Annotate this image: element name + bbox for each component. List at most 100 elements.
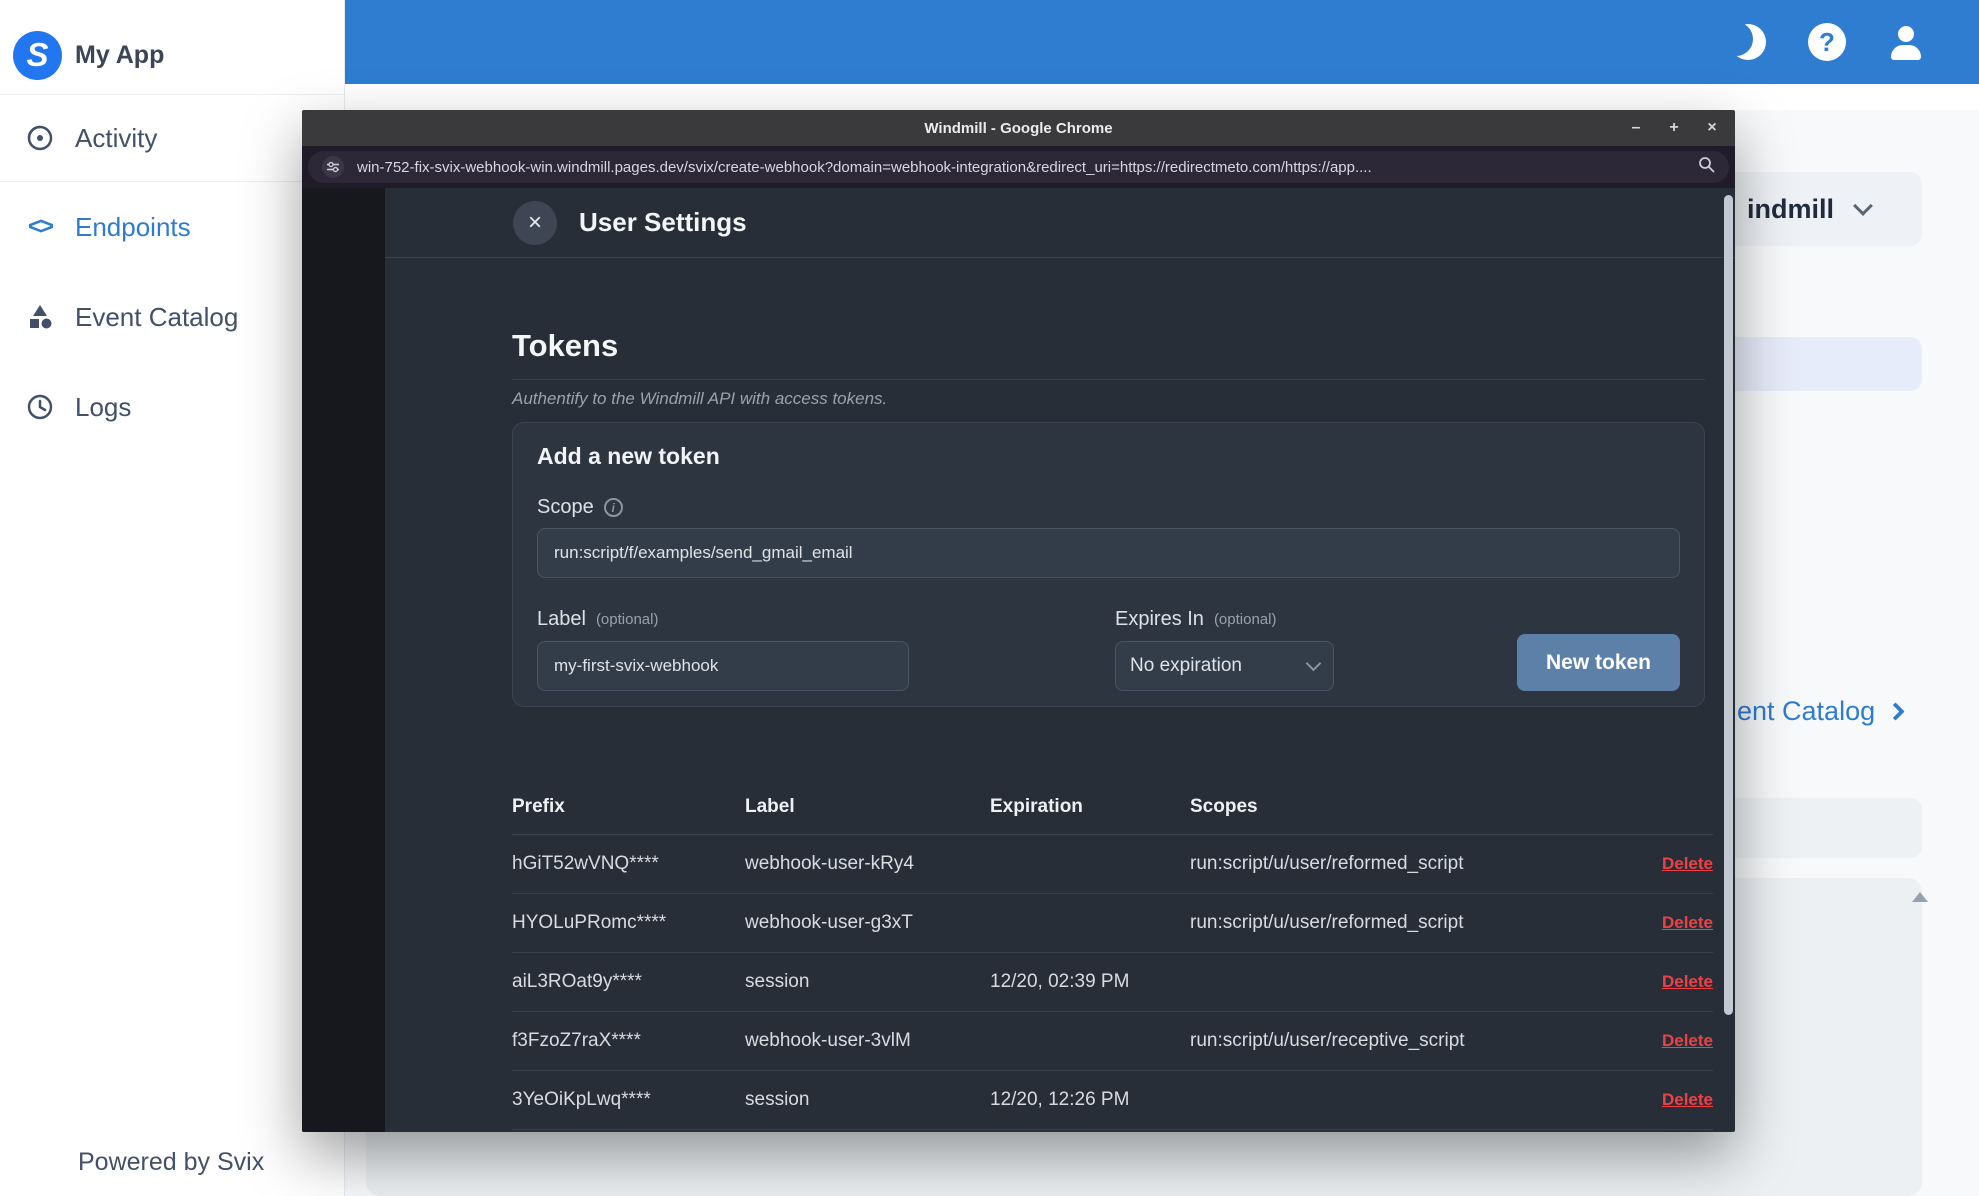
sidebar-item-label: Activity [75, 122, 158, 153]
chevron-down-icon [1305, 655, 1322, 672]
optional-text: (optional) [1213, 611, 1277, 628]
tokens-table: Prefix Label Expiration Scopes hGiT52wVN… [512, 779, 1713, 1130]
add-token-card: Add a new token Scope i Label [512, 422, 1705, 707]
brand: S My App [0, 0, 344, 94]
chrome-window: Windmill - Google Chrome – + × win-752-f… [302, 110, 1735, 1132]
screen: ? indmill ent Catalog S My App Activity [0, 0, 1979, 1196]
app-name: My App [75, 40, 165, 69]
delete-link[interactable]: Delete [1662, 854, 1713, 874]
drawer-header: × User Settings [385, 188, 1735, 258]
new-token-button[interactable]: New token [1517, 634, 1680, 691]
cell-prefix: aiL3ROat9y**** [512, 971, 642, 992]
cell-scopes: run:script/u/user/reformed_script [1190, 912, 1464, 933]
col-scopes: Scopes [1190, 795, 1258, 817]
scope-label: Scope i [537, 496, 1680, 519]
help-icon[interactable]: ? [1808, 23, 1846, 61]
dark-mode-icon[interactable] [1719, 22, 1766, 60]
drawer-scrollbar[interactable] [1724, 195, 1733, 1015]
info-icon[interactable]: i [603, 498, 623, 517]
url-text[interactable]: win-752-fix-svix-webhook-win.windmill.pa… [357, 159, 1688, 176]
divider [512, 379, 1705, 380]
page-backdrop [302, 188, 385, 1132]
tokens-heading: Tokens [512, 328, 619, 363]
drawer-title: User Settings [579, 207, 747, 237]
token-label-input[interactable] [537, 641, 909, 691]
moon-bite [1719, 22, 1753, 56]
window-title: Windmill - Google Chrome [924, 119, 1113, 137]
drawer-body: Tokens Authentify to the Windmill API wi… [385, 258, 1735, 1130]
svix-logo-icon: S [13, 30, 62, 80]
cell-expiration: 12/20, 02:39 PM [990, 971, 1130, 992]
workspace-label: indmill [1747, 193, 1834, 224]
expires-label-text: Expires In [1115, 608, 1204, 630]
sidebar-item-event-catalog[interactable]: Event Catalog [0, 272, 344, 362]
add-token-title: Add a new token [537, 443, 720, 469]
sidebar-item-logs[interactable]: Logs [0, 362, 344, 452]
table-row: 3YeOiKpLwq**** session 12/20, 12:26 PM D… [512, 1071, 1713, 1130]
label-label-text: Label [537, 608, 586, 630]
app-header: ? [345, 0, 1979, 84]
delete-link[interactable]: Delete [1662, 913, 1713, 933]
col-label: Label [745, 795, 795, 817]
sidebar-item-label: Endpoints [75, 211, 191, 242]
sidebar-item-activity[interactable]: Activity [0, 95, 344, 181]
user-icon[interactable] [1888, 24, 1924, 60]
maximize-button[interactable]: + [1665, 119, 1683, 137]
table-header: Prefix Label Expiration Scopes [512, 779, 1713, 835]
cell-label: webhook-user-kRy4 [745, 853, 914, 874]
cell-label: session [745, 1089, 810, 1110]
label-label: Label (optional) [537, 608, 909, 631]
col-expiration: Expiration [990, 795, 1083, 817]
table-row: aiL3ROat9y**** session 12/20, 02:39 PM D… [512, 953, 1713, 1012]
address-bar[interactable]: win-752-fix-svix-webhook-win.windmill.pa… [308, 151, 1729, 183]
chrome-urlbar: win-752-fix-svix-webhook-win.windmill.pa… [302, 146, 1735, 188]
chevron-right-icon [1886, 702, 1905, 721]
cell-scopes: run:script/u/user/reformed_script [1190, 853, 1464, 874]
event-catalog-link-label: ent Catalog [1737, 696, 1876, 726]
shapes-icon [25, 303, 55, 331]
delete-link[interactable]: Delete [1662, 1031, 1713, 1051]
powered-by-svix: Powered by Svix [78, 1148, 265, 1176]
chrome-content: × User Settings Tokens Authentify to the… [302, 188, 1735, 1132]
logs-clock-icon [25, 393, 55, 421]
optional-text: (optional) [595, 611, 659, 628]
cell-prefix: hGiT52wVNQ**** [512, 853, 659, 874]
chrome-titlebar[interactable]: Windmill - Google Chrome – + × [302, 110, 1735, 146]
cell-expiration: 12/20, 12:26 PM [990, 1089, 1130, 1110]
chevron-down-icon [1853, 196, 1873, 216]
close-icon[interactable]: × [513, 201, 557, 245]
event-catalog-link[interactable]: ent Catalog [1737, 696, 1905, 727]
cell-prefix: 3YeOiKpLwq**** [512, 1089, 651, 1110]
window-close-button[interactable]: × [1703, 119, 1721, 137]
delete-link[interactable]: Delete [1662, 1090, 1713, 1110]
header-gap [345, 84, 1979, 110]
delete-link[interactable]: Delete [1662, 972, 1713, 992]
scope-input[interactable] [537, 528, 1680, 578]
table-rows: hGiT52wVNQ**** webhook-user-kRy4 run:scr… [512, 835, 1713, 1130]
activity-icon [25, 124, 55, 152]
sidebar-item-label: Event Catalog [75, 301, 239, 332]
page-scroll-up-icon[interactable] [1912, 892, 1928, 902]
user-settings-drawer: × User Settings Tokens Authentify to the… [385, 188, 1735, 1132]
minimize-button[interactable]: – [1627, 119, 1645, 137]
search-icon[interactable] [1698, 156, 1715, 178]
user-body [1891, 45, 1921, 60]
cell-prefix: f3FzoZ7raX**** [512, 1030, 641, 1051]
table-row: hGiT52wVNQ**** webhook-user-kRy4 run:scr… [512, 835, 1713, 894]
site-settings-icon[interactable] [322, 156, 344, 178]
code-brackets-icon: <> [27, 213, 54, 240]
expires-label: Expires In (optional) [1115, 608, 1334, 631]
user-head [1898, 26, 1914, 42]
expiration-select[interactable]: No expiration [1115, 641, 1334, 691]
cell-label: webhook-user-g3xT [745, 912, 913, 933]
col-prefix: Prefix [512, 795, 565, 817]
sidebar-item-endpoints[interactable]: <> Endpoints [0, 182, 344, 272]
cell-label: webhook-user-3vlM [745, 1030, 911, 1051]
scope-label-text: Scope [537, 496, 594, 518]
sidebar-item-label: Logs [75, 391, 132, 422]
cell-prefix: HYOLuPRomc**** [512, 912, 667, 933]
tokens-subtitle: Authentify to the Windmill API with acce… [512, 389, 888, 408]
cell-label: session [745, 971, 810, 992]
table-row: HYOLuPRomc**** webhook-user-g3xT run:scr… [512, 894, 1713, 953]
expiration-value: No expiration [1130, 655, 1242, 676]
